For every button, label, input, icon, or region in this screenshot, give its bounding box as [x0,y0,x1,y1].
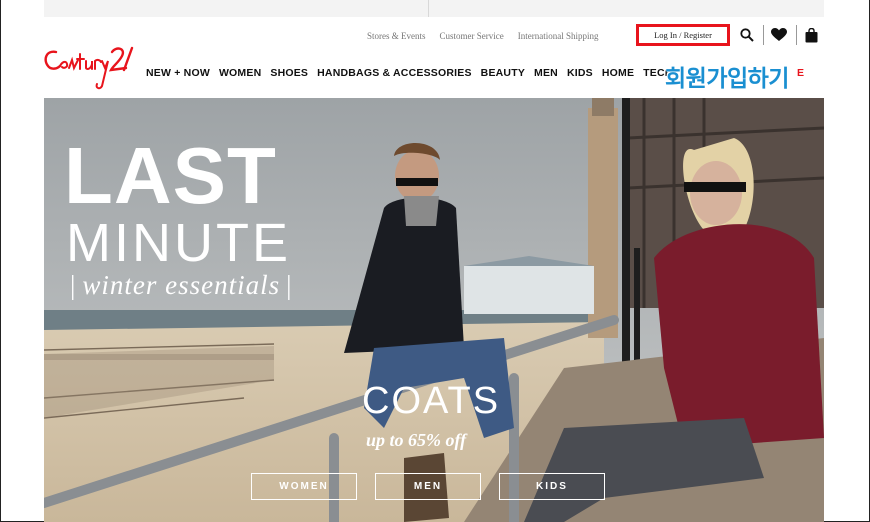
shop-kids-button[interactable]: KIDS [499,473,605,500]
promo-subtitle: up to 65% off [366,430,467,450]
top-banner-strip [44,0,824,17]
nav-kids[interactable]: KIDS [567,67,593,79]
banner-divider [428,0,429,17]
shop-men-button[interactable]: MEN [375,473,481,500]
international-shipping-link[interactable]: International Shipping [518,31,599,41]
stores-events-link[interactable]: Stores & Events [367,31,426,41]
hero-subtitle: | winter essentials | [70,270,293,300]
hero-subtitle-text: winter essentials [82,270,281,300]
nav-men[interactable]: MEN [534,67,558,79]
nav-shoes[interactable]: SHOES [270,67,308,79]
nav-women[interactable]: WOMEN [219,67,261,79]
icon-divider [796,25,797,45]
hero-title-line1: LAST [64,131,277,220]
search-icon[interactable] [738,25,756,45]
nav-new-now[interactable]: NEW + NOW [146,67,210,79]
promo-title: COATS [362,380,501,422]
hero-banner[interactable]: LAST MINUTE | winter essentials | COATS up… [44,98,824,522]
utility-links: Stores & Events Customer Service Interna… [367,31,599,41]
icon-divider [763,25,764,45]
nav-overflow-item[interactable]: E [797,67,804,79]
main-navigation: NEW + NOW WOMEN SHOES HANDBAGS & ACCESSO… [146,67,673,79]
shopping-bag-icon[interactable] [803,25,819,45]
century21-logo[interactable] [42,42,142,92]
nav-handbags-accessories[interactable]: HANDBAGS & ACCESSORIES [317,67,472,79]
nav-beauty[interactable]: BEAUTY [481,67,525,79]
shop-women-button[interactable]: WOMEN [251,473,357,500]
heart-icon[interactable] [769,25,789,45]
hero-title-line2: MINUTE [66,213,291,273]
nav-home[interactable]: HOME [602,67,634,79]
signup-caption: 회원가입하기 [665,66,789,92]
window-border-left [0,0,1,522]
customer-service-link[interactable]: Customer Service [440,31,504,41]
login-register-button[interactable]: Log In / Register [636,24,730,46]
